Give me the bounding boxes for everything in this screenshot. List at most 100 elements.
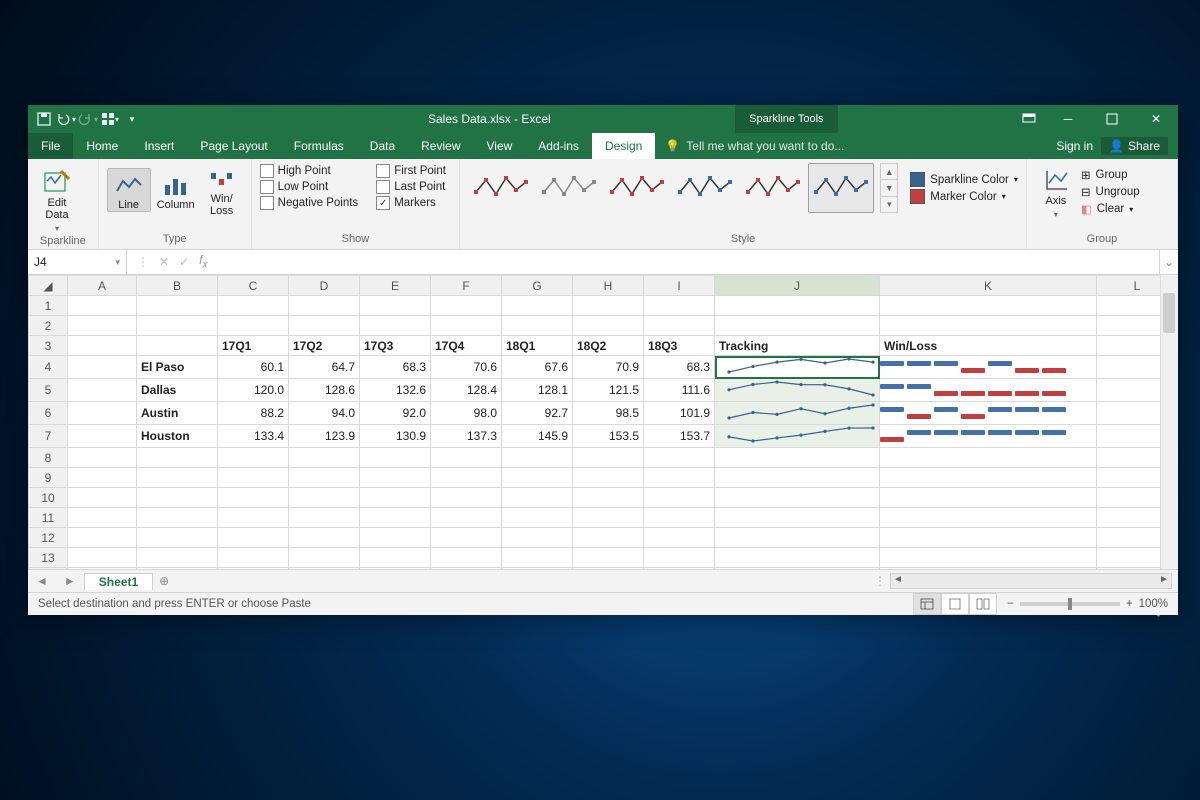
row-header-9[interactable]: 9 [29, 468, 68, 488]
cell-G3[interactable]: 18Q1 [502, 336, 573, 356]
type-winloss-button[interactable]: Win/ Loss [201, 163, 243, 217]
cell-D7[interactable]: 123.9 [289, 425, 360, 448]
cell-K13[interactable] [880, 548, 1097, 568]
cell-C7[interactable]: 133.4 [218, 425, 289, 448]
cell-C2[interactable] [218, 316, 289, 336]
cell-J8[interactable] [715, 448, 880, 468]
row-header-8[interactable]: 8 [29, 448, 68, 468]
check-low-point[interactable]: Low Point [260, 179, 359, 195]
cell-D8[interactable] [289, 448, 360, 468]
cell-J7[interactable] [715, 425, 880, 448]
cell-F13[interactable] [431, 548, 502, 568]
cell-D12[interactable] [289, 528, 360, 548]
cell-B5[interactable]: Dallas [137, 379, 218, 402]
cell-F11[interactable] [431, 508, 502, 528]
cell-K14[interactable] [880, 568, 1097, 570]
row-header-14[interactable]: 14 [29, 568, 68, 570]
cell-G7[interactable]: 145.9 [502, 425, 573, 448]
cell-K10[interactable] [880, 488, 1097, 508]
col-header-J[interactable]: J [715, 276, 880, 296]
cell-G5[interactable]: 128.1 [502, 379, 573, 402]
cell-G12[interactable] [502, 528, 573, 548]
cell-J13[interactable] [715, 548, 880, 568]
cell-J6[interactable] [715, 402, 880, 425]
cell-B13[interactable] [137, 548, 218, 568]
cell-F7[interactable]: 137.3 [431, 425, 502, 448]
tab-insert[interactable]: Insert [131, 133, 187, 159]
undo-icon[interactable]: ▾ [58, 111, 74, 127]
cell-I13[interactable] [644, 548, 715, 568]
cell-A10[interactable] [68, 488, 137, 508]
cell-H13[interactable] [573, 548, 644, 568]
cell-J11[interactable] [715, 508, 880, 528]
col-header-E[interactable]: E [360, 276, 431, 296]
cell-F12[interactable] [431, 528, 502, 548]
cell-I7[interactable]: 153.7 [644, 425, 715, 448]
cell-K5[interactable] [880, 379, 1097, 402]
cell-F8[interactable] [431, 448, 502, 468]
cell-D4[interactable]: 64.7 [289, 356, 360, 379]
maximize-button[interactable] [1090, 105, 1134, 133]
type-column-button[interactable]: Column [155, 169, 197, 211]
cell-B12[interactable] [137, 528, 218, 548]
cell-H9[interactable] [573, 468, 644, 488]
cell-E3[interactable]: 17Q3 [360, 336, 431, 356]
cell-C8[interactable] [218, 448, 289, 468]
cell-K8[interactable] [880, 448, 1097, 468]
cell-G2[interactable] [502, 316, 573, 336]
cell-K1[interactable] [880, 296, 1097, 316]
cell-E6[interactable]: 92.0 [360, 402, 431, 425]
cell-G4[interactable]: 67.6 [502, 356, 573, 379]
name-box[interactable]: J4▾ [28, 250, 127, 274]
cell-D2[interactable] [289, 316, 360, 336]
cell-C11[interactable] [218, 508, 289, 528]
cell-B8[interactable] [137, 448, 218, 468]
enter-formula-icon[interactable]: ✓ [179, 255, 189, 269]
cell-I10[interactable] [644, 488, 715, 508]
cell-I5[interactable]: 111.6 [644, 379, 715, 402]
sign-in-link[interactable]: Sign in [1056, 139, 1093, 153]
cell-J14[interactable] [715, 568, 880, 570]
row-header-12[interactable]: 12 [29, 528, 68, 548]
fx-icon[interactable]: fx [199, 253, 207, 270]
cell-I11[interactable] [644, 508, 715, 528]
cell-F5[interactable]: 128.4 [431, 379, 502, 402]
cell-G14[interactable] [502, 568, 573, 570]
style-gallery[interactable] [468, 163, 874, 213]
style-thumb-5[interactable] [808, 163, 874, 213]
cell-C9[interactable] [218, 468, 289, 488]
cell-C1[interactable] [218, 296, 289, 316]
ungroup-button[interactable]: ⊟Ungroup [1081, 184, 1140, 200]
col-header-C[interactable]: C [218, 276, 289, 296]
worksheet-grid[interactable]: ◢ABCDEFGHIJKLM12317Q117Q217Q317Q418Q118Q… [28, 275, 1178, 569]
vertical-scrollbar[interactable] [1160, 275, 1178, 569]
style-thumb-3[interactable] [672, 163, 738, 213]
tab-data[interactable]: Data [357, 133, 408, 159]
cell-H5[interactable]: 121.5 [573, 379, 644, 402]
cell-H14[interactable] [573, 568, 644, 570]
row-header-5[interactable]: 5 [29, 379, 68, 402]
zoom-slider[interactable] [1020, 602, 1120, 606]
tab-formulas[interactable]: Formulas [281, 133, 357, 159]
horizontal-scrollbar[interactable]: ◄ ► [890, 573, 1172, 589]
cell-H6[interactable]: 98.5 [573, 402, 644, 425]
cell-K4[interactable] [880, 356, 1097, 379]
sparkline-color-button[interactable]: Sparkline Color▾ [910, 171, 1018, 188]
cell-A9[interactable] [68, 468, 137, 488]
cell-A3[interactable] [68, 336, 137, 356]
cell-B14[interactable] [137, 568, 218, 570]
style-thumb-1[interactable] [536, 163, 602, 213]
cell-G6[interactable]: 92.7 [502, 402, 573, 425]
cell-H8[interactable] [573, 448, 644, 468]
cell-B4[interactable]: El Paso [137, 356, 218, 379]
cell-D9[interactable] [289, 468, 360, 488]
cell-E14[interactable] [360, 568, 431, 570]
cell-F9[interactable] [431, 468, 502, 488]
cell-F3[interactable]: 17Q4 [431, 336, 502, 356]
col-header-G[interactable]: G [502, 276, 573, 296]
cell-J10[interactable] [715, 488, 880, 508]
cell-A8[interactable] [68, 448, 137, 468]
cell-A11[interactable] [68, 508, 137, 528]
sheet-nav-next[interactable]: ► [56, 574, 84, 588]
cell-F6[interactable]: 98.0 [431, 402, 502, 425]
